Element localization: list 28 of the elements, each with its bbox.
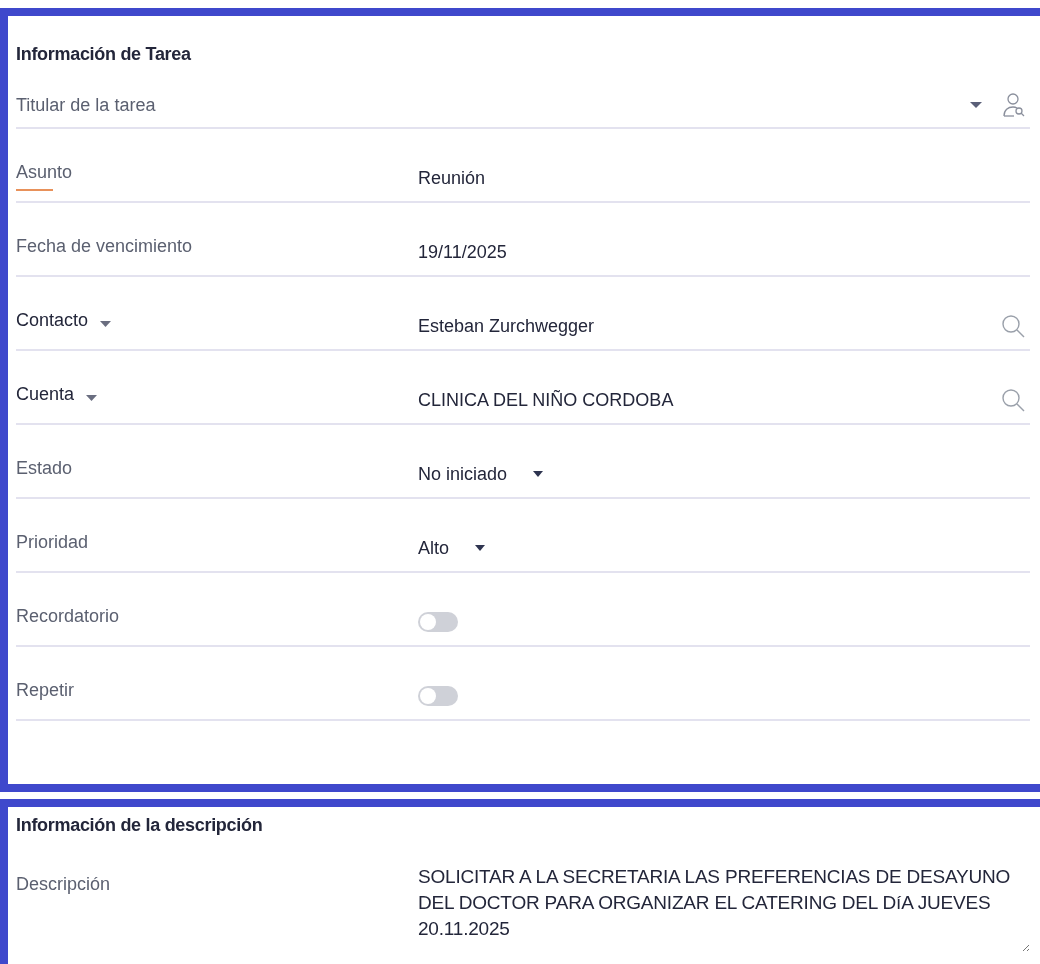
field-label: Descripción bbox=[16, 874, 112, 895]
search-icon[interactable] bbox=[1000, 387, 1026, 413]
field-label: Titular de la tarea bbox=[16, 94, 156, 116]
section-title: Información de la descripción bbox=[16, 815, 264, 836]
toggle-switch[interactable] bbox=[418, 686, 458, 706]
search-icon[interactable] bbox=[1000, 313, 1026, 339]
field-value[interactable]: Reunión bbox=[418, 167, 486, 189]
resize-grip-icon[interactable] bbox=[1022, 944, 1030, 952]
field-label: Asunto bbox=[16, 162, 73, 183]
toggle-switch[interactable] bbox=[418, 612, 458, 632]
field-label: Estado bbox=[16, 458, 73, 479]
field-label: Contacto bbox=[16, 310, 89, 331]
field-value[interactable]: Alto bbox=[418, 537, 450, 559]
description-text[interactable]: SOLICITAR A LA SECRETARIA LAS PREFERENCIAS DE DESAYUNO DEL DOCTOR PARA ORGANIZAR EL CATERING DEL DíA JUEVES 20.11.2025 bbox=[418, 864, 1033, 942]
field-value[interactable]: Esteban Zurchwegger bbox=[418, 315, 595, 337]
field-label: Cuenta bbox=[16, 384, 75, 405]
field-label: Fecha de vencimiento bbox=[16, 236, 193, 257]
caret-icon[interactable] bbox=[533, 471, 544, 477]
user-search-icon[interactable] bbox=[1002, 92, 1026, 118]
caret-icon[interactable] bbox=[475, 545, 486, 551]
field-value[interactable]: 19/11/2025 bbox=[418, 241, 507, 263]
field-label: Prioridad bbox=[16, 532, 89, 553]
field-label: Recordatorio bbox=[16, 606, 120, 627]
field-label: Repetir bbox=[16, 680, 75, 701]
field-value[interactable]: CLINICA DEL NIÑO CORDOBA bbox=[418, 389, 674, 411]
caret-icon[interactable] bbox=[970, 101, 982, 109]
field-value[interactable]: No iniciado bbox=[418, 463, 508, 485]
section-title: Información de Tarea bbox=[16, 44, 192, 65]
